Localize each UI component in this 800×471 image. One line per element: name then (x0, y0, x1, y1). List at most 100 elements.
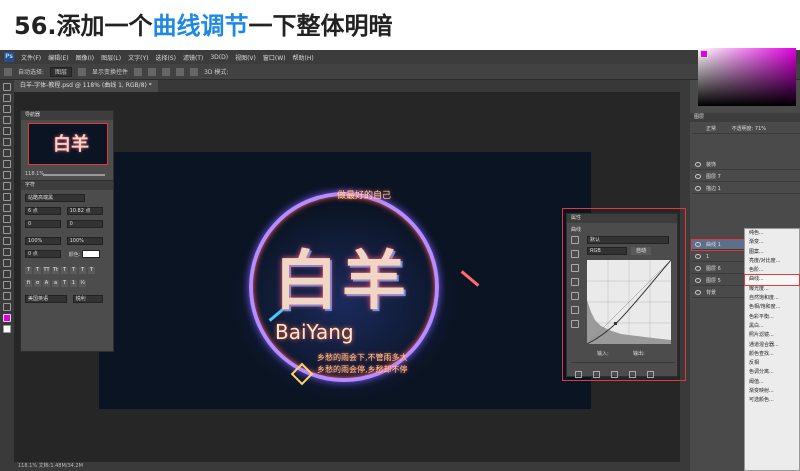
eyedropper-icon[interactable] (571, 278, 579, 286)
visibility-eye-icon[interactable] (695, 162, 701, 167)
color-picker-field[interactable] (698, 48, 796, 106)
font-size-field[interactable]: 6 点 (25, 207, 61, 215)
visibility-eye-icon[interactable] (695, 254, 701, 259)
eyedropper-icon[interactable] (571, 264, 579, 272)
channel-select[interactable]: RGB (587, 247, 627, 255)
menu-item-black-white[interactable]: 黑白... (745, 322, 799, 331)
hand-tool-icon[interactable] (3, 281, 11, 289)
alternates-button[interactable]: a (52, 280, 59, 287)
background-color-icon[interactable] (3, 325, 11, 333)
menu-image[interactable]: 图像(I) (76, 53, 94, 62)
layer-row[interactable]: 描边 1 (692, 184, 800, 194)
titling-button[interactable]: T (61, 280, 68, 287)
visibility-eye-icon[interactable] (695, 174, 701, 179)
move-tool-icon[interactable] (3, 83, 11, 91)
navigator-zoom-slider[interactable] (43, 174, 105, 176)
auto-button[interactable]: 自动 (631, 247, 651, 255)
navigator-thumbnail[interactable]: 白羊 (28, 123, 108, 165)
view-previous-icon[interactable] (593, 371, 601, 378)
horizontal-scale-field[interactable]: 100% (66, 237, 103, 245)
quick-select-tool-icon[interactable] (3, 116, 11, 124)
auto-select-dropdown[interactable]: 图层 (50, 66, 73, 77)
gradient-tool-icon[interactable] (3, 204, 11, 212)
zoom-tool-icon[interactable] (3, 292, 11, 300)
visibility-eye-icon[interactable] (695, 290, 701, 295)
menu-item-exposure[interactable]: 曝光度... (745, 285, 799, 294)
reset-icon[interactable] (611, 371, 619, 378)
blend-mode-select[interactable]: 正常 (706, 126, 716, 132)
eyedropper-tool-icon[interactable] (3, 138, 11, 146)
menu-item-color-lookup[interactable]: 颜色查找... (745, 350, 799, 359)
show-transform-checkbox[interactable] (78, 67, 87, 76)
dodge-tool-icon[interactable] (3, 226, 11, 234)
menu-item-gradient-map[interactable]: 渐变映射... (745, 387, 799, 396)
font-family-select[interactable]: 站酷高端黑 (25, 194, 85, 202)
curves-graph[interactable] (586, 259, 672, 345)
menu-item-hue-saturation[interactable]: 色相/饱和度... (745, 303, 799, 312)
blur-tool-icon[interactable] (3, 215, 11, 223)
kerning-field[interactable]: 0 (25, 220, 61, 228)
brush-tool-icon[interactable] (3, 160, 11, 168)
foreground-color-icon[interactable] (3, 314, 11, 322)
move-tool-icon[interactable] (4, 67, 12, 76)
foreground-swatch[interactable] (700, 50, 708, 58)
align-icon[interactable] (134, 67, 143, 76)
leading-field[interactable]: 10.82 点 (66, 207, 103, 215)
pencil-icon[interactable] (571, 306, 579, 314)
faux-bold-button[interactable]: T (25, 267, 32, 274)
target-adjust-icon[interactable] (571, 236, 579, 244)
tracking-field[interactable]: 0 (66, 220, 103, 228)
layer-row[interactable]: 装饰 (692, 160, 800, 170)
menu-item-vibrance[interactable]: 自然饱和度... (745, 294, 799, 303)
curve-edit-icon[interactable] (571, 292, 579, 300)
crop-tool-icon[interactable] (3, 127, 11, 135)
menu-item-solid-color[interactable]: 纯色... (745, 229, 799, 238)
baseline-field[interactable]: 0 点 (25, 250, 61, 258)
subscript-button[interactable]: T (70, 267, 77, 274)
navigator-zoom-value[interactable]: 118.1% (25, 171, 44, 177)
menu-item-gradient[interactable]: 渐变... (745, 238, 799, 247)
menu-window[interactable]: 窗口(W) (263, 53, 286, 62)
menu-3d[interactable]: 3D(D) (210, 54, 228, 61)
smooth-icon[interactable] (571, 320, 579, 328)
menu-item-color-balance[interactable]: 色彩平衡... (745, 313, 799, 322)
type-tool-icon[interactable] (3, 248, 11, 256)
menu-item-photo-filter[interactable]: 照片滤镜... (745, 331, 799, 340)
preset-select[interactable]: 默认 (587, 236, 669, 244)
clip-to-layer-icon[interactable] (575, 371, 582, 378)
menu-file[interactable]: 文件(F) (21, 53, 41, 62)
menu-item-posterize[interactable]: 色调分离... (745, 368, 799, 377)
distribute-icon[interactable] (190, 67, 199, 76)
visibility-eye-icon[interactable] (695, 266, 701, 271)
visibility-eye-icon[interactable] (695, 278, 701, 283)
marquee-tool-icon[interactable] (3, 94, 11, 102)
align-icon[interactable] (148, 67, 157, 76)
ordinals-button[interactable]: 1 (70, 280, 77, 287)
ligature-button[interactable]: fi (25, 280, 32, 287)
delete-icon[interactable] (647, 371, 655, 378)
superscript-button[interactable]: T (61, 267, 68, 274)
menu-help[interactable]: 帮助(H) (293, 53, 314, 62)
visibility-icon[interactable] (629, 371, 637, 378)
strikethrough-button[interactable]: T (88, 267, 95, 274)
menu-item-channel-mixer[interactable]: 通道混合器... (745, 341, 799, 350)
underline-button[interactable]: T (79, 267, 86, 274)
antialias-select[interactable]: 锐利 (72, 295, 103, 303)
menu-item-selective-color[interactable]: 可选颜色... (745, 396, 799, 405)
distribute-icon[interactable] (176, 67, 185, 76)
eyedropper-icon[interactable] (571, 250, 579, 258)
menu-item-pattern[interactable]: 图案... (745, 248, 799, 257)
menu-select[interactable]: 选择(S) (155, 53, 176, 62)
lasso-tool-icon[interactable] (3, 105, 11, 113)
layer-row[interactable]: 图层 7 (692, 172, 800, 182)
menu-item-invert[interactable]: 反相 (745, 359, 799, 368)
path-select-tool-icon[interactable] (3, 259, 11, 267)
menu-item-threshold[interactable]: 阈值... (745, 378, 799, 387)
healing-tool-icon[interactable] (3, 149, 11, 157)
shape-tool-icon[interactable] (3, 270, 11, 278)
document-canvas[interactable]: 做最好的自己 白羊 BaiYang 乡愁的雨会下,不管雨多大 乡愁的雨会停,乡愁… (99, 152, 591, 409)
more-tools-icon[interactable] (3, 303, 11, 311)
pen-tool-icon[interactable] (3, 237, 11, 245)
menu-view[interactable]: 视图(V) (235, 53, 256, 62)
menu-filter[interactable]: 滤镜(T) (183, 53, 203, 62)
